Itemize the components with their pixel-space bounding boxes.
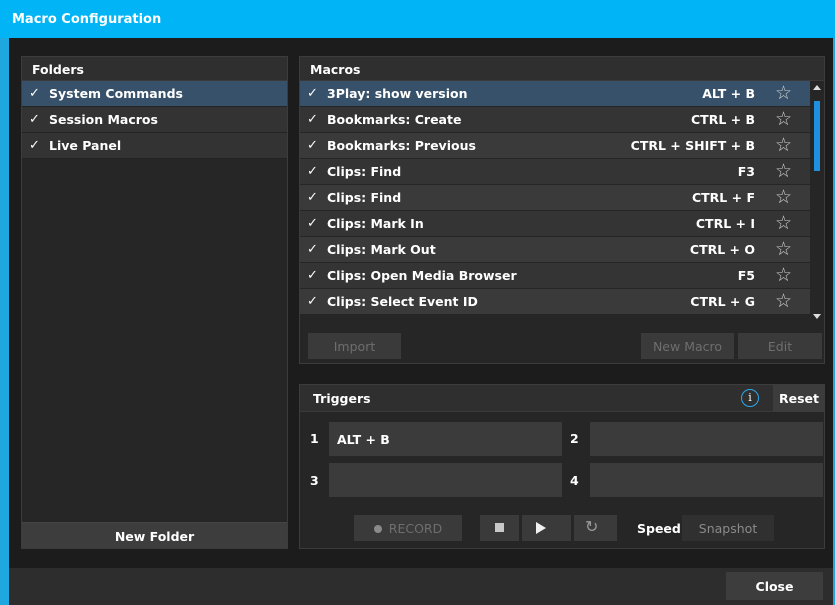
import-button[interactable]: Import xyxy=(308,333,401,359)
macro-row[interactable]: ✓ 3Play: show version ALT + B ☆ xyxy=(300,81,810,107)
check-icon[interactable]: ✓ xyxy=(307,216,318,231)
folder-list: ✓ System Commands ✓ Session Macros ✓ Liv… xyxy=(22,81,287,159)
folders-panel: Folders ✓ System Commands ✓ Session Macr… xyxy=(21,56,288,549)
macro-shortcut: CTRL + G xyxy=(690,294,755,309)
star-icon[interactable]: ☆ xyxy=(775,238,792,260)
macro-shortcut: CTRL + F xyxy=(691,190,755,205)
star-icon[interactable]: ☆ xyxy=(775,290,792,312)
check-icon[interactable]: ✓ xyxy=(307,268,318,283)
trigger-slot-3-field[interactable] xyxy=(329,463,562,497)
macros-title: Macros xyxy=(310,62,361,77)
macro-label: Clips: Select Event ID xyxy=(327,294,478,309)
macro-row[interactable]: ✓ Clips: Find F3 ☆ xyxy=(300,159,810,185)
check-icon[interactable]: ✓ xyxy=(307,242,318,257)
check-icon[interactable]: ✓ xyxy=(307,190,318,205)
star-icon[interactable]: ☆ xyxy=(775,82,792,104)
folder-label: Live Panel xyxy=(49,138,122,153)
macro-shortcut: F3 xyxy=(737,164,755,179)
info-icon[interactable]: i xyxy=(741,389,759,407)
stop-icon xyxy=(495,523,504,532)
record-label: RECORD xyxy=(388,521,443,536)
scroll-thumb[interactable] xyxy=(814,101,820,171)
star-icon[interactable]: ☆ xyxy=(775,134,792,156)
macro-shortcut: F5 xyxy=(737,268,755,283)
scroll-down-arrow-icon[interactable] xyxy=(813,314,821,319)
trigger-slot-number: 2 xyxy=(570,431,579,446)
scroll-up-arrow-icon[interactable] xyxy=(813,85,821,90)
window-title: Macro Configuration xyxy=(12,12,162,27)
new-folder-button[interactable]: New Folder xyxy=(22,522,287,548)
check-icon[interactable]: ✓ xyxy=(307,112,318,127)
macro-label: 3Play: show version xyxy=(327,86,468,101)
macro-label: Clips: Open Media Browser xyxy=(327,268,517,283)
trigger-slot-1-field[interactable]: ALT + B xyxy=(329,422,562,456)
triggers-panel: Triggers i Reset 1 ALT + B 2 3 4 RECORD … xyxy=(299,384,825,549)
check-icon[interactable]: ✓ xyxy=(29,112,40,127)
macro-row[interactable]: ✓ Clips: Select Event ID CTRL + G ☆ xyxy=(300,289,810,315)
macro-list: ✓ 3Play: show version ALT + B ☆ ✓ Bookma… xyxy=(300,81,810,325)
folder-item-system-commands[interactable]: ✓ System Commands xyxy=(22,81,287,107)
macro-scrollbar[interactable] xyxy=(810,81,824,325)
stop-button[interactable] xyxy=(480,515,519,541)
folder-label: Session Macros xyxy=(49,112,158,127)
speed-select[interactable]: Snapshot xyxy=(682,515,774,541)
check-icon[interactable]: ✓ xyxy=(307,86,318,101)
trigger-slot-number: 3 xyxy=(310,473,319,488)
trigger-slot-number: 1 xyxy=(310,431,319,446)
macro-label: Bookmarks: Previous xyxy=(327,138,476,153)
trigger-slot-number: 4 xyxy=(570,473,579,488)
check-icon[interactable]: ✓ xyxy=(29,138,40,153)
speed-label: Speed xyxy=(637,521,681,536)
loop-button[interactable]: ↻ xyxy=(574,515,617,541)
close-button[interactable]: Close xyxy=(726,572,823,600)
record-button[interactable]: RECORD xyxy=(354,515,462,541)
triggers-header: Triggers i Reset xyxy=(300,385,825,412)
folder-item-live-panel[interactable]: ✓ Live Panel xyxy=(22,133,287,159)
check-icon[interactable]: ✓ xyxy=(307,294,318,309)
macro-shortcut: CTRL + O xyxy=(689,242,755,257)
dialog-footer: Close xyxy=(9,568,833,605)
macro-row[interactable]: ✓ Clips: Open Media Browser F5 ☆ xyxy=(300,263,810,289)
folder-label: System Commands xyxy=(49,86,183,101)
trigger-slot-2-field[interactable] xyxy=(590,422,823,456)
play-icon xyxy=(536,522,546,534)
macro-label: Clips: Mark In xyxy=(327,216,424,231)
star-icon[interactable]: ☆ xyxy=(775,186,792,208)
macro-shortcut: ALT + B xyxy=(702,86,755,101)
macro-label: Bookmarks: Create xyxy=(327,112,462,127)
record-dot-icon xyxy=(373,525,382,533)
check-icon[interactable]: ✓ xyxy=(307,138,318,153)
macro-label: Clips: Find xyxy=(327,190,402,205)
reset-button[interactable]: Reset xyxy=(773,385,825,412)
edit-button[interactable]: Edit xyxy=(738,333,822,359)
macro-label: Clips: Find xyxy=(327,164,402,179)
macro-shortcut: CTRL + B xyxy=(691,112,755,127)
triggers-title: Triggers xyxy=(313,391,371,406)
check-icon[interactable]: ✓ xyxy=(29,86,40,101)
macro-row[interactable]: ✓ Bookmarks: Create CTRL + B ☆ xyxy=(300,107,810,133)
trigger-slot-4-field[interactable] xyxy=(590,463,823,497)
macro-shortcut: CTRL + I xyxy=(695,216,755,231)
macro-label: Clips: Mark Out xyxy=(327,242,436,257)
star-icon[interactable]: ☆ xyxy=(775,264,792,286)
title-bar: Macro Configuration xyxy=(0,0,835,38)
macro-row[interactable]: ✓ Clips: Find CTRL + F ☆ xyxy=(300,185,810,211)
folders-title: Folders xyxy=(32,62,84,77)
star-icon[interactable]: ☆ xyxy=(775,108,792,130)
play-button[interactable] xyxy=(522,515,571,541)
macro-shortcut: CTRL + SHIFT + B xyxy=(630,138,755,153)
macros-header: Macros xyxy=(300,57,824,81)
star-icon[interactable]: ☆ xyxy=(775,160,792,182)
macro-row[interactable]: ✓ Clips: Mark Out CTRL + O ☆ xyxy=(300,237,810,263)
star-icon[interactable]: ☆ xyxy=(775,212,792,234)
loop-icon: ↻ xyxy=(585,517,599,536)
folders-header: Folders xyxy=(22,57,287,81)
macro-row[interactable]: ✓ Clips: Mark In CTRL + I ☆ xyxy=(300,211,810,237)
check-icon[interactable]: ✓ xyxy=(307,164,318,179)
macro-row[interactable]: ✓ Bookmarks: Previous CTRL + SHIFT + B ☆ xyxy=(300,133,810,159)
new-macro-button[interactable]: New Macro xyxy=(641,333,734,359)
macros-panel: Macros ✓ 3Play: show version ALT + B ☆ ✓… xyxy=(299,56,825,364)
folder-item-session-macros[interactable]: ✓ Session Macros xyxy=(22,107,287,133)
